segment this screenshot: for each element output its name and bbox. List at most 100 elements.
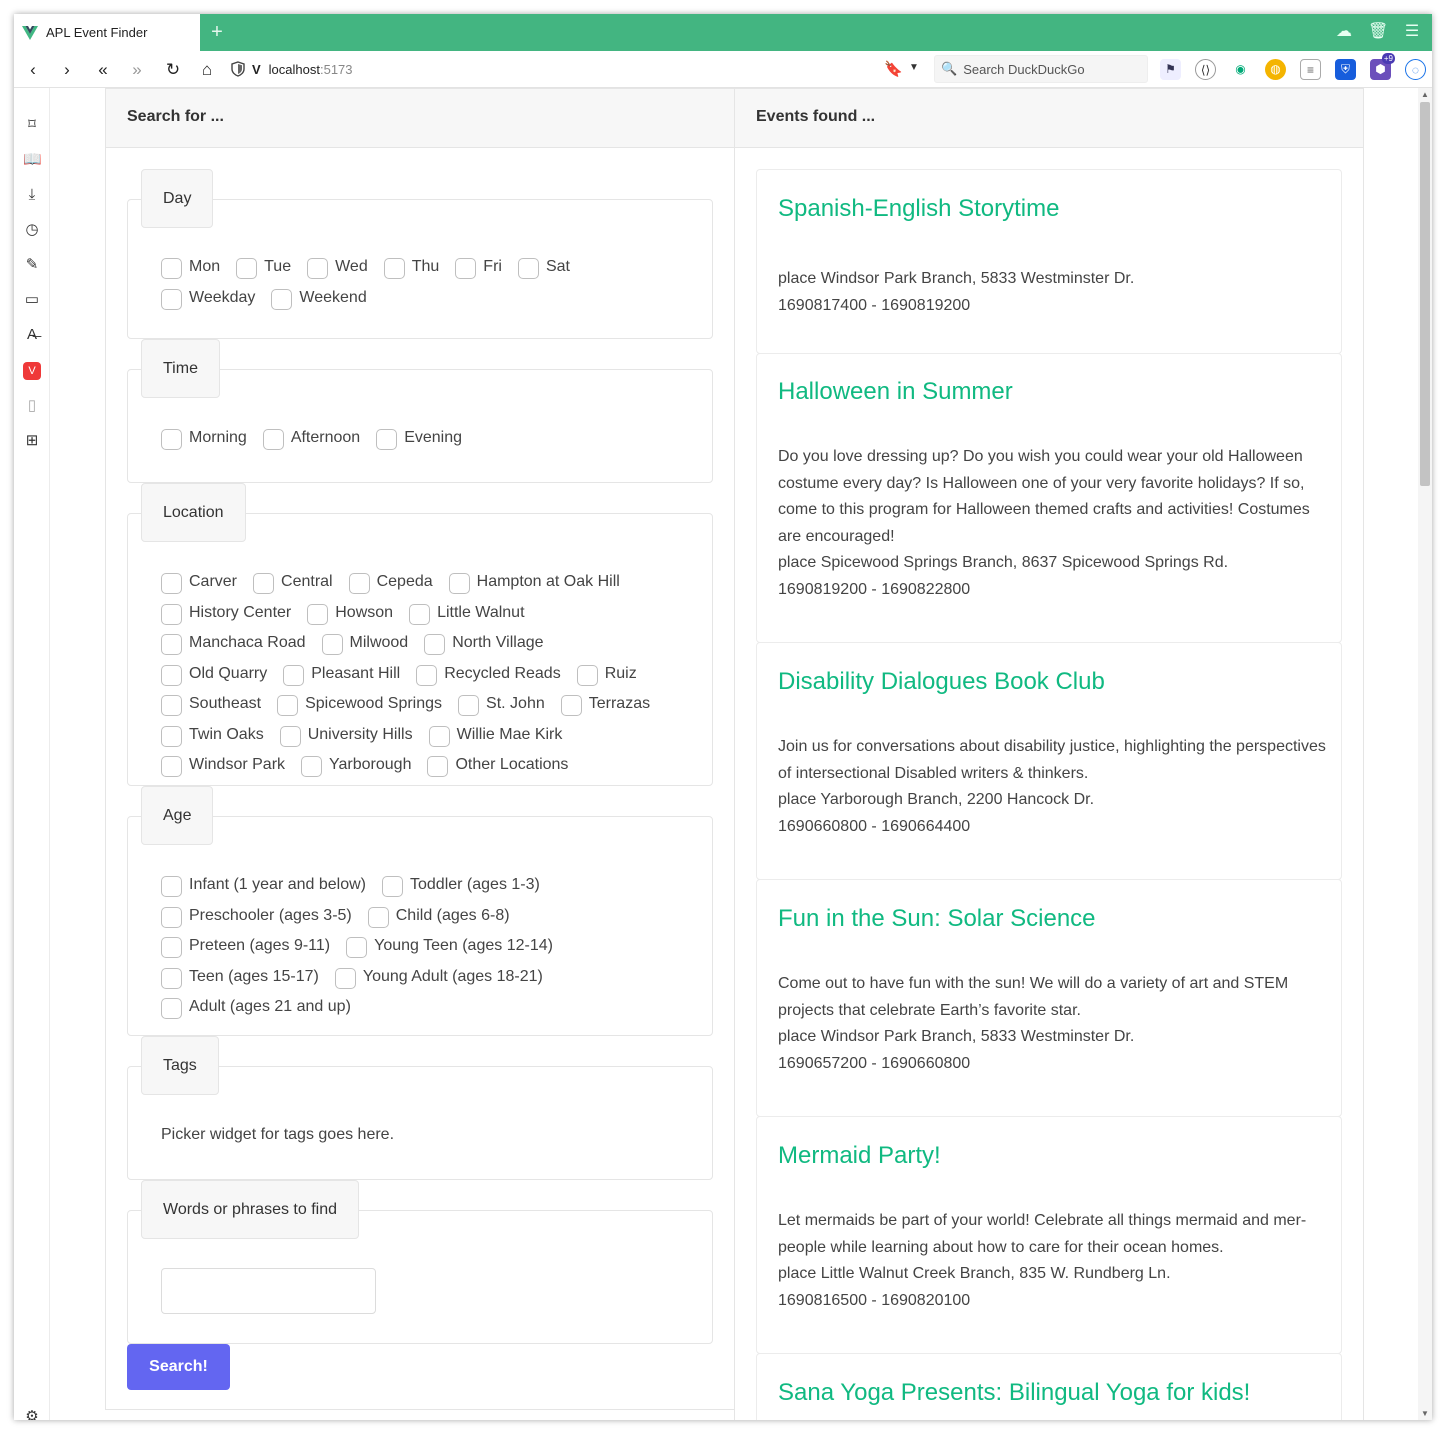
chat-extension-icon[interactable]: ◌ — [1405, 59, 1426, 80]
checkbox[interactable] — [346, 937, 368, 959]
checkbox[interactable] — [161, 258, 182, 280]
checkbox[interactable] — [236, 258, 258, 280]
age-option[interactable]: Adult (ages 21 and up) — [161, 996, 351, 1020]
location-option[interactable]: University Hills — [279, 724, 413, 747]
day-option[interactable]: Tue — [236, 256, 291, 280]
rewind-icon[interactable]: « — [92, 59, 114, 81]
checkbox[interactable] — [458, 695, 480, 717]
location-option[interactable]: Cepeda — [348, 571, 433, 595]
time-option[interactable]: Afternoon — [262, 427, 360, 451]
event-title[interactable]: Disability Dialogues Book Club — [778, 668, 1105, 696]
age-option[interactable]: Preteen (ages 9-11) — [161, 935, 330, 959]
forward-icon[interactable]: › — [56, 59, 78, 81]
checkbox[interactable] — [383, 258, 405, 280]
day-option[interactable]: Wed — [307, 256, 368, 280]
location-option[interactable]: Twin Oaks — [161, 724, 264, 747]
fast-forward-icon[interactable]: » — [126, 59, 148, 81]
extensions-badge-icon[interactable]: ⬢ +9 — [1370, 53, 1395, 80]
vivaldi-icon[interactable]: V — [23, 362, 41, 380]
checkbox[interactable] — [416, 664, 438, 686]
checkbox[interactable] — [161, 906, 182, 928]
location-option[interactable]: Yarborough — [301, 754, 411, 778]
location-option[interactable]: Windsor Park — [161, 754, 285, 778]
url-field[interactable]: V localhost:5173 — [230, 55, 930, 83]
checkbox[interactable] — [448, 573, 470, 595]
location-option[interactable]: Howson — [307, 602, 393, 625]
menu-icon[interactable]: ☰ — [1402, 22, 1422, 42]
downloads-icon[interactable]: ⤓ — [23, 186, 41, 204]
window-panel-icon[interactable]: ▭ — [23, 291, 41, 309]
checkbox[interactable] — [271, 288, 293, 310]
location-option[interactable]: Manchaca Road — [161, 632, 306, 656]
checkbox[interactable] — [262, 429, 284, 451]
checkbox[interactable] — [301, 756, 323, 778]
age-option[interactable]: Young Teen (ages 12-14) — [346, 935, 553, 959]
scroll-up-arrow-icon[interactable]: ▲ — [1421, 90, 1429, 99]
notes-icon[interactable]: ✎ — [23, 256, 41, 274]
scroll-down-arrow-icon[interactable]: ▼ — [1421, 1409, 1429, 1418]
event-title[interactable]: Sana Yoga Presents: Bilingual Yoga for k… — [778, 1379, 1250, 1407]
location-option[interactable]: Old Quarry — [161, 663, 267, 686]
location-option[interactable]: Pleasant Hill — [283, 663, 400, 686]
location-option[interactable]: Willie Mae Kirk — [428, 724, 562, 747]
age-option[interactable]: Infant (1 year and below) — [161, 874, 366, 898]
age-option[interactable]: Child (ages 6-8) — [367, 905, 510, 928]
checkbox[interactable] — [321, 634, 343, 656]
location-option[interactable]: Southeast — [161, 693, 261, 717]
age-option[interactable]: Toddler (ages 1-3) — [382, 874, 540, 898]
event-title[interactable]: Halloween in Summer — [778, 378, 1013, 406]
settings-gear-icon[interactable]: ⚙ — [23, 1408, 41, 1420]
checkbox[interactable] — [161, 998, 182, 1020]
time-option[interactable]: Evening — [376, 427, 462, 451]
location-option[interactable]: History Center — [161, 602, 291, 625]
checkbox[interactable] — [348, 573, 370, 595]
search-button[interactable]: Search! — [127, 1344, 230, 1390]
history-icon[interactable]: ◷ — [23, 221, 41, 239]
location-option[interactable]: Terrazas — [560, 693, 650, 717]
checkbox[interactable] — [455, 258, 477, 280]
translate-icon[interactable]: A̶ — [23, 326, 41, 344]
extension-puzzle-icon[interactable]: ⚑ — [1160, 59, 1181, 80]
day-option[interactable]: Sat — [517, 256, 570, 280]
bookmark-icon[interactable]: 🔖 — [884, 60, 903, 78]
location-option[interactable]: St. John — [458, 693, 545, 717]
location-option[interactable]: Recycled Reads — [416, 663, 561, 686]
document-icon[interactable]: ▯ — [23, 397, 41, 415]
search-engine-field[interactable]: 🔍 Search DuckDuckGo — [934, 55, 1148, 83]
event-title[interactable]: Fun in the Sun: Solar Science — [778, 905, 1096, 933]
checkbox[interactable] — [560, 695, 582, 717]
location-option[interactable]: North Village — [424, 632, 544, 656]
chevron-down-icon[interactable]: ▼ — [909, 62, 919, 73]
words-input[interactable] — [161, 1268, 376, 1314]
eye-extension-icon[interactable]: ◉ — [1230, 59, 1251, 80]
location-option[interactable]: Spicewood Springs — [277, 693, 442, 717]
checkbox[interactable] — [334, 967, 356, 989]
checkbox[interactable] — [427, 756, 449, 778]
checkbox[interactable] — [367, 906, 389, 928]
location-option[interactable]: Other Locations — [427, 754, 568, 778]
time-option[interactable]: Morning — [161, 427, 247, 451]
globe-extension-icon[interactable]: ◍ — [1265, 59, 1286, 80]
new-tab-button[interactable]: + — [206, 21, 228, 43]
back-icon[interactable]: ‹ — [22, 59, 44, 81]
bitwarden-icon[interactable]: ⛨ — [1335, 59, 1356, 80]
checkbox[interactable] — [576, 664, 598, 686]
reload-icon[interactable]: ↻ — [162, 59, 184, 81]
day-option[interactable]: Thu — [383, 256, 439, 280]
bookmarks-icon[interactable]: ⌑ — [23, 116, 41, 134]
reader-view-icon[interactable]: ≡ — [1300, 59, 1321, 80]
checkbox[interactable] — [161, 695, 182, 717]
checkbox[interactable] — [161, 876, 182, 898]
tab-apl-event-finder[interactable]: APL Event Finder — [14, 14, 200, 51]
day-option[interactable]: Weekday — [161, 287, 255, 310]
age-option[interactable]: Preschooler (ages 3-5) — [161, 905, 352, 928]
checkbox[interactable] — [161, 573, 182, 595]
code-brackets-icon[interactable]: ⟨⟩ — [1195, 59, 1216, 80]
location-option[interactable]: Milwood — [321, 632, 408, 656]
checkbox[interactable] — [253, 573, 275, 595]
checkbox[interactable] — [161, 288, 182, 310]
checkbox[interactable] — [376, 429, 398, 451]
day-option[interactable]: Fri — [455, 256, 502, 280]
checkbox[interactable] — [161, 725, 182, 747]
checkbox[interactable] — [428, 725, 450, 747]
